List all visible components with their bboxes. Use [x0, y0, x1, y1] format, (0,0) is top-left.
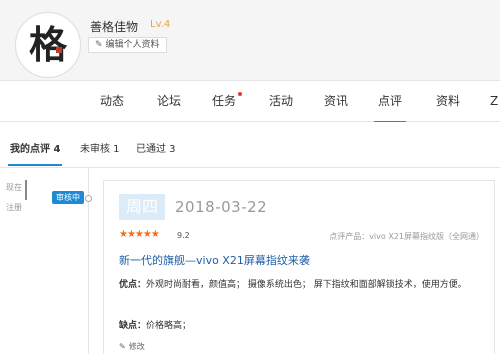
review-date: 2018-03-22 — [175, 198, 268, 216]
nav-item-more[interactable]: Z — [490, 81, 498, 122]
avatar-logo: 格 — [24, 21, 72, 69]
time-register[interactable]: 注册 — [6, 202, 22, 213]
nav-item-docs[interactable]: 资料 — [436, 81, 460, 122]
pencil-icon: ✎ — [95, 40, 103, 50]
nav-item-forum[interactable]: 论坛 — [157, 81, 181, 122]
review-weekday: 周四 — [119, 194, 166, 220]
cons-label: 缺点： — [119, 321, 147, 331]
pencil-icon: ✎ — [119, 342, 126, 351]
review-title-link[interactable]: 新一代的旗舰—vivo X21屏幕指纹来袭 — [119, 252, 310, 268]
nav-item-reviews[interactable]: 点评 — [373, 81, 407, 123]
avatar[interactable]: 格 — [15, 12, 81, 78]
nav-item-news[interactable]: 资讯 — [324, 81, 348, 122]
edit-review-label: 修改 — [128, 342, 145, 351]
review-cons: 缺点：价格略高； — [119, 319, 484, 334]
pros-text: 外观时尚耐看，颜值高； 摄像系统出色； 屏下指纹和面部解锁技术，使用方便。 — [146, 280, 467, 290]
avatar-glyph: 格 — [28, 22, 67, 67]
review-date-row: 周四 2018-03-22 — [119, 194, 267, 220]
nav-item-tasks-label: 任务 — [212, 94, 237, 108]
profile-header: 格 善格佳物 Lv.4 ✎ 编辑个人资料 — [0, 0, 500, 80]
timeline-dot — [85, 195, 92, 202]
nav-item-events[interactable]: 活动 — [269, 81, 293, 122]
tab-approved[interactable]: 已通过 3 — [136, 140, 176, 155]
nav-item-tasks[interactable]: 任务 — [212, 81, 243, 122]
star-rating: ★★★★★ — [119, 229, 160, 240]
avatar-red-mark — [56, 47, 62, 53]
username[interactable]: 善格佳物 — [90, 18, 138, 35]
rating-row: ★★★★★ 9.2 点评产品：vivo X21屏幕指纹版（全网通） — [119, 229, 484, 243]
tab-unreviewed[interactable]: 未审核 1 — [80, 140, 120, 155]
time-sidebar: 现在 注册 — [0, 168, 30, 354]
nav-item-dynamics[interactable]: 动态 — [100, 81, 124, 122]
edit-profile-label: 编辑个人资料 — [105, 40, 160, 50]
review-subtabs: 我的点评 4 未审核 1 已通过 3 — [0, 122, 500, 168]
edit-review-button[interactable]: ✎ 修改 — [119, 341, 145, 352]
cons-text: 价格略高； — [146, 321, 192, 331]
rating-score: 9.2 — [177, 231, 190, 240]
tab-my-reviews[interactable]: 我的点评 4 — [7, 140, 63, 166]
reviewed-product: 点评产品：vivo X21屏幕指纹版（全网通） — [329, 232, 484, 241]
main-nav: 动态 论坛 任务 活动 资讯 点评 资料 Z — [0, 80, 500, 123]
user-level: Lv.4 — [150, 19, 171, 30]
time-scroll-indicator — [25, 180, 27, 200]
notification-dot — [238, 92, 243, 96]
review-card: 周四 2018-03-22 ★★★★★ 9.2 点评产品：vivo X21屏幕指… — [103, 180, 495, 354]
time-now[interactable]: 现在 — [6, 182, 22, 193]
review-pros: 优点：外观时尚耐看，颜值高； 摄像系统出色； 屏下指纹和面部解锁技术，使用方便。 — [119, 278, 484, 293]
status-badge: 审核中 — [52, 191, 84, 204]
pros-label: 优点： — [119, 280, 147, 290]
edit-profile-button[interactable]: ✎ 编辑个人资料 — [88, 37, 167, 53]
review-timeline: 现在 注册 审核中 周四 2018-03-22 ★★★★★ 9.2 点评产品：v… — [0, 168, 500, 354]
